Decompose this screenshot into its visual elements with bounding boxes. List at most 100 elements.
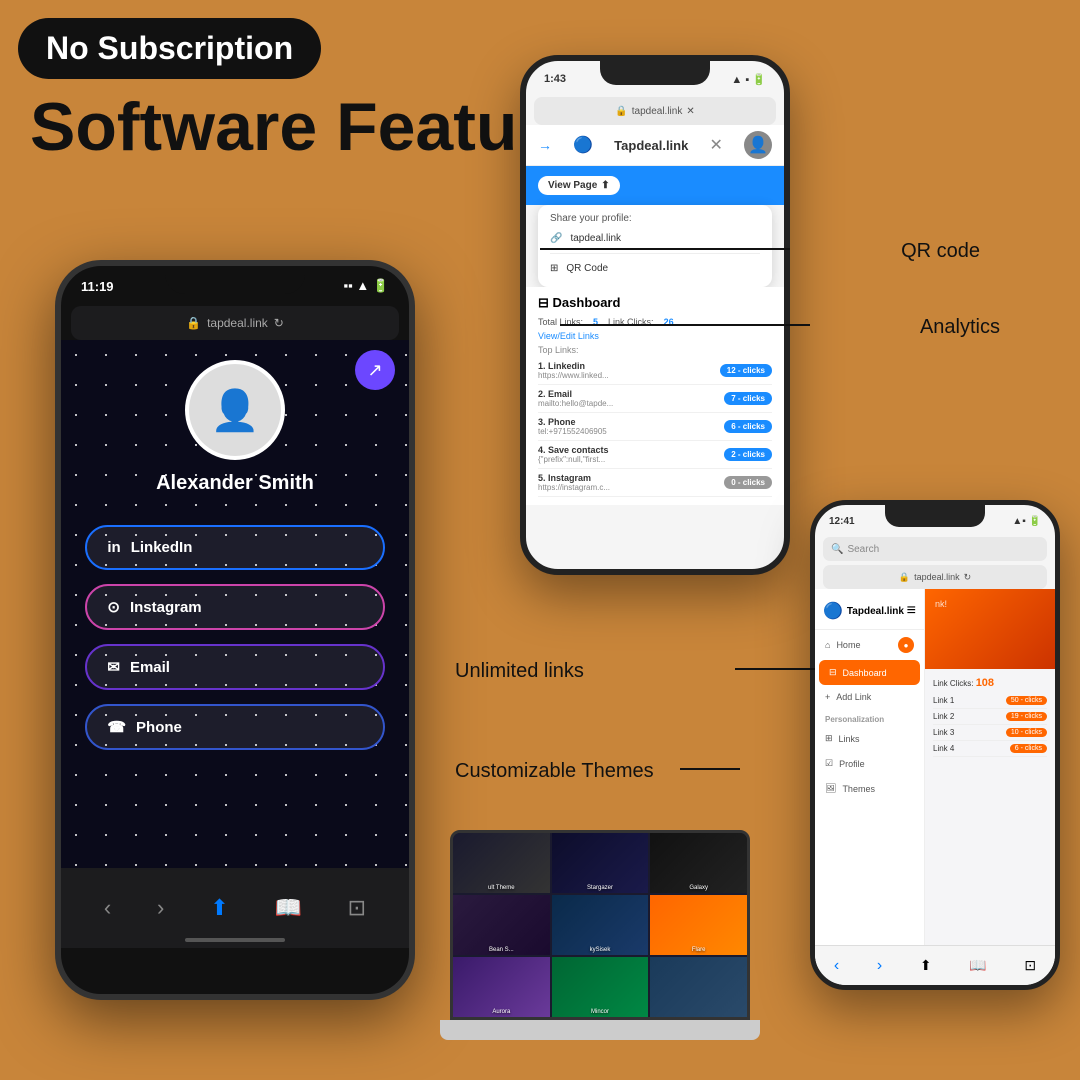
phone-left-icons: ▪▪ ▲ 🔋: [344, 278, 390, 294]
sidebar-links[interactable]: ⊞ Links: [815, 726, 924, 751]
nav-tabs-icon[interactable]: ⊡: [348, 895, 366, 921]
right-favicon: 🔵: [823, 601, 843, 621]
share-button[interactable]: ↗: [355, 350, 395, 390]
phone-left-browser[interactable]: 🔒 tapdeal.link ↻: [71, 306, 399, 340]
clicks-badge-1: 12 - clicks: [720, 364, 772, 377]
link-clicks-val: 26: [664, 317, 674, 327]
right-app-header: 🔵 Tapdeal.link ≡: [815, 597, 924, 630]
clicks-badge-4: 2 - clicks: [724, 448, 772, 461]
instagram-link[interactable]: ⊙ Instagram: [85, 584, 384, 630]
personalization-label: Personalization: [815, 709, 924, 726]
top-lock-icon: 🔒: [615, 106, 627, 117]
clicks-badge-2: 7 - clicks: [724, 392, 772, 405]
search-label: Search: [847, 544, 879, 555]
right-link-name-2: Link 2: [933, 712, 954, 721]
home-icon: ⌂: [825, 640, 830, 650]
right-app-title: Tapdeal.link: [847, 606, 904, 617]
top-links-label: Top Links:: [538, 345, 772, 355]
right-nav-book[interactable]: 📖: [969, 957, 986, 974]
right-menu-icon[interactable]: ≡: [907, 602, 916, 620]
right-nav-share[interactable]: ⬆: [920, 957, 932, 974]
right-link-clicks-label: Link Clicks: 108: [933, 677, 1047, 689]
phone-top-browser[interactable]: 🔒 tapdeal.link ✕: [534, 97, 776, 125]
top-nav-close-icon[interactable]: ✕: [709, 135, 722, 155]
user-name: Alexander Smith: [156, 472, 314, 495]
phone-right-browser[interactable]: 🔒 tapdeal.link ↻: [823, 565, 1047, 589]
nav-forward-icon[interactable]: ›: [157, 895, 164, 921]
link-item-5[interactable]: 5. Instagram https://instagram.c... 0 - …: [538, 469, 772, 497]
top-nav-back-icon[interactable]: →: [538, 137, 552, 153]
theme-galaxy[interactable]: Galaxy: [650, 833, 747, 893]
email-link[interactable]: ✉ Email: [85, 644, 384, 690]
nav-share-icon[interactable]: ⬆: [210, 895, 228, 921]
top-nav-favicon: 🔵: [573, 135, 593, 155]
theme-extra[interactable]: [650, 957, 747, 1017]
theme-flare[interactable]: Flare: [650, 895, 747, 955]
right-reload-icon: ↻: [964, 572, 972, 583]
link-item-1[interactable]: 1. Linkedin https://www.linked... 12 - c…: [538, 357, 772, 385]
clicks-badge-5: 0 - clicks: [724, 476, 772, 489]
annotation-unlimited-links: Unlimited links: [455, 660, 584, 683]
qr-label: QR Code: [566, 263, 608, 274]
right-link-item-1[interactable]: Link 1 50 - clicks: [933, 693, 1047, 709]
right-link-item-2[interactable]: Link 2 19 - clicks: [933, 709, 1047, 725]
phone-right-notch: [885, 505, 985, 527]
sidebar-profile[interactable]: ☑ Profile: [815, 751, 924, 776]
theme-mincor-label: Mincor: [552, 1009, 649, 1015]
link-url-3: tel:+971552406905: [538, 427, 607, 436]
theme-aurora[interactable]: Aurora: [453, 957, 550, 1017]
qr-icon: ⊞: [550, 263, 558, 274]
view-edit-links[interactable]: View/Edit Links: [538, 331, 772, 341]
home-indicator-dot: ●: [898, 637, 914, 653]
right-link-item-3[interactable]: Link 3 10 - clicks: [933, 725, 1047, 741]
no-subscription-badge: No Subscription: [18, 18, 321, 79]
linkedin-link[interactable]: in LinkedIn: [85, 525, 384, 570]
link-url-5: https://instagram.c...: [538, 483, 610, 492]
phone-right-search[interactable]: 🔍 Search: [823, 537, 1047, 561]
phone-top-center: 1:43 ▲ ▪ 🔋 🔒 tapdeal.link ✕ → 🔵 Tapdeal.…: [520, 55, 790, 575]
nav-back-icon[interactable]: ‹: [104, 895, 111, 921]
theme-stargazer[interactable]: Stargazer: [552, 833, 649, 893]
instagram-label: Instagram: [130, 599, 202, 616]
right-nav-forward[interactable]: ›: [877, 957, 882, 975]
theme-mincor[interactable]: Mincor: [552, 957, 649, 1017]
share-link-item[interactable]: 🔗 tapdeal.link: [550, 228, 760, 249]
blue-banner: View Page ⬆: [526, 166, 784, 205]
links-icon: ⊞: [825, 733, 833, 744]
theme-default[interactable]: ult Theme: [453, 833, 550, 893]
link-url-1: https://www.linked...: [538, 371, 609, 380]
right-link-name-3: Link 3: [933, 728, 954, 737]
right-main: nk! Link Clicks: 108 Link 1 50 - clicks …: [925, 589, 1055, 969]
sidebar-home[interactable]: ⌂ Home ●: [815, 630, 924, 660]
right-orange-banner: nk!: [925, 589, 1055, 669]
sidebar-themes[interactable]: 🖼 Themes: [815, 776, 924, 801]
theme-skysek[interactable]: kySisek: [552, 895, 649, 955]
link-item-3[interactable]: 3. Phone tel:+971552406905 6 - clicks: [538, 413, 772, 441]
link-name-4: 4. Save contacts: [538, 445, 609, 455]
share-icon: ⬆: [601, 180, 609, 191]
sidebar-add-link[interactable]: + Add Link: [815, 685, 924, 709]
view-page-button[interactable]: View Page ⬆: [538, 176, 620, 195]
link-name-2: 2. Email: [538, 389, 613, 399]
phone-link[interactable]: ☎ Phone: [85, 704, 384, 750]
theme-bean[interactable]: Bean S...: [453, 895, 550, 955]
right-nav-back[interactable]: ‹: [834, 957, 839, 975]
right-nav-tabs[interactable]: ⊡: [1024, 957, 1036, 974]
lock-icon: 🔒: [186, 316, 201, 330]
theme-aurora-label: Aurora: [453, 1009, 550, 1015]
link-item-2[interactable]: 2. Email mailto:hello@tapde... 7 - click…: [538, 385, 772, 413]
qr-code-item[interactable]: ⊞ QR Code: [550, 258, 760, 279]
profile-icon: ☑: [825, 758, 833, 769]
right-link-item-4[interactable]: Link 4 6 - clicks: [933, 741, 1047, 757]
add-link-label: Add Link: [836, 692, 871, 702]
sidebar-dashboard[interactable]: ⊟ Dashboard: [819, 660, 920, 685]
view-page-label: View Page: [548, 180, 597, 191]
link-item-4[interactable]: 4. Save contacts {"prefix":null,"first..…: [538, 441, 772, 469]
theme-bean-label: Bean S...: [453, 947, 550, 953]
instagram-icon: ⊙: [107, 598, 120, 616]
right-clicks-3: 10 - clicks: [1006, 728, 1047, 737]
top-nav-title: Tapdeal.link: [614, 138, 688, 153]
annotation-themes-line: [680, 768, 740, 770]
nav-book-icon[interactable]: 📖: [274, 895, 301, 921]
phone-left-content: ↗ 👤 Alexander Smith in LinkedIn ⊙ Instag…: [61, 340, 409, 948]
